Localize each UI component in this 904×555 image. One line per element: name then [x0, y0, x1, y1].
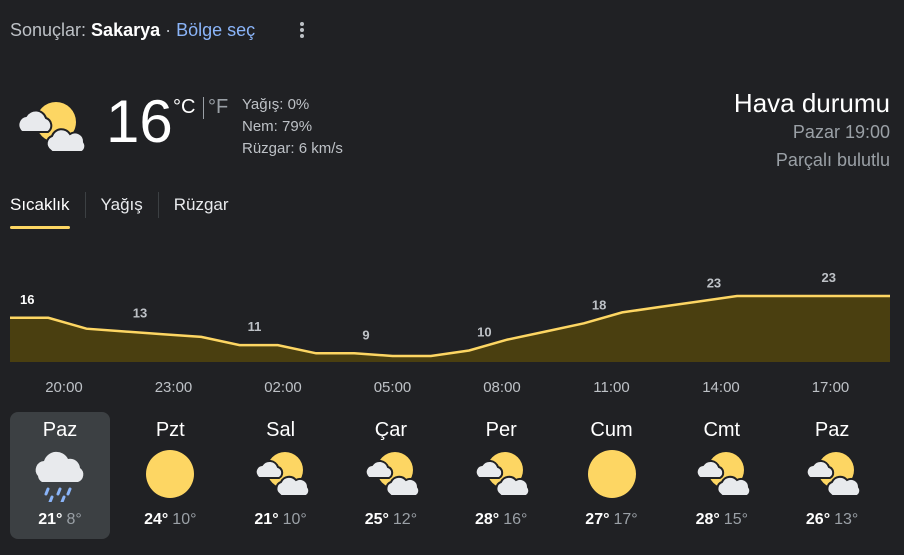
weather-summary: Hava durumu Pazar 19:00 Parçalı bulutlu: [734, 88, 890, 174]
header-separator: ·: [165, 20, 172, 40]
partly-cloudy-icon: [254, 452, 310, 497]
unit-celsius[interactable]: °C: [173, 96, 195, 119]
low-temp: 8°: [66, 511, 82, 528]
forecast-day[interactable]: Paz 26° 13°: [782, 412, 882, 539]
day-temps: 24° 10°: [120, 511, 220, 529]
day-name: Pzt: [155, 419, 185, 441]
hour-tick-label: 20:00: [45, 379, 83, 396]
tab-precipitation[interactable]: Yağış: [101, 195, 143, 215]
day-temps: 28° 16°: [451, 511, 551, 529]
weather-condition: Parçalı bulutlu: [775, 150, 890, 170]
partly-cloudy-icon: [17, 102, 87, 153]
forecast-day[interactable]: Per 28° 16°: [451, 412, 551, 539]
high-temp: 28°: [695, 511, 720, 528]
hour-tick-label: 14:00: [702, 379, 740, 396]
day-name: Cum: [590, 419, 633, 441]
temperature-label: 11: [248, 319, 262, 334]
choose-region-link[interactable]: Bölge seç: [176, 20, 255, 41]
day-temps: 26° 13°: [782, 511, 882, 529]
tab-temperature[interactable]: Sıcaklık: [10, 195, 70, 229]
partly-cloudy-icon: [695, 452, 752, 497]
temperature-chart: 16 13 11 9 10 18 23 23 20:00 23:00 02:00 05:00 08:00…: [9, 270, 891, 396]
day-name: Per: [485, 419, 517, 441]
low-temp: 12°: [392, 511, 418, 528]
day-name: Sal: [266, 419, 296, 441]
daily-forecast: Paz 21° 8° Pzt 24° 10° Sal 21° 10° Çar 25° 12° Per 28…: [10, 412, 890, 540]
day-name: Çar: [374, 419, 407, 441]
rain-icon: [35, 451, 84, 502]
temperature-label: 23: [707, 275, 721, 290]
day-temps: 21° 10°: [231, 511, 331, 529]
unit-divider: [203, 97, 204, 119]
hour-tick-label: 05:00: [374, 379, 412, 396]
humidity-text: Nem: 79%: [242, 118, 313, 135]
high-temp: 21°: [38, 511, 63, 528]
day-temps: 21° 8°: [10, 511, 110, 529]
chart-tabs: Sıcaklık Yağış Rüzgar: [10, 192, 229, 229]
partly-cloudy-icon: [364, 452, 421, 497]
weather-details: Yağış: 0% Nem: 79% Rüzgar: 6 km/s: [242, 94, 343, 160]
sun-icon: [587, 450, 636, 498]
day-temps: 28° 15°: [672, 511, 772, 529]
high-temp: 26°: [805, 511, 831, 528]
wind-text: Rüzgar: 6 km/s: [242, 140, 343, 157]
high-temp: 21°: [254, 511, 279, 528]
temperature-label: 13: [133, 305, 147, 320]
location-name: Sakarya: [91, 20, 161, 40]
high-temp: 24°: [144, 511, 169, 528]
high-temp: 28°: [474, 511, 500, 528]
forecast-day[interactable]: Sal 21° 10°: [231, 412, 331, 539]
sun-icon: [146, 450, 195, 498]
low-temp: 17°: [613, 511, 638, 528]
weather-time: Pazar 19:00: [792, 122, 890, 142]
day-name: Paz: [814, 419, 850, 441]
temperature-label: 9: [362, 327, 369, 342]
forecast-day[interactable]: Cum 27° 17°: [562, 412, 662, 539]
low-temp: 13°: [834, 511, 859, 528]
day-temps: 25° 12°: [341, 511, 441, 529]
hour-tick-label: 08:00: [483, 379, 521, 396]
forecast-day[interactable]: Cmt 28° 15°: [672, 412, 772, 539]
hour-tick-label: 23:00: [155, 379, 193, 396]
temperature-label: 23: [821, 270, 835, 285]
tab-wind[interactable]: Rüzgar: [174, 195, 229, 215]
high-temp: 25°: [364, 511, 389, 528]
weather-title: Hava durumu: [733, 88, 890, 118]
current-temperature: 16: [106, 88, 173, 155]
tab-divider: [84, 192, 86, 218]
forecast-day[interactable]: Çar 25° 12°: [341, 412, 441, 539]
hour-tick-label: 11:00: [593, 379, 629, 396]
day-name: Cmt: [703, 419, 741, 441]
low-temp: 16°: [503, 511, 528, 528]
low-temp: 15°: [723, 511, 748, 528]
forecast-day[interactable]: Pzt 24° 10°: [120, 412, 220, 539]
low-temp: 10°: [172, 511, 197, 528]
results-header: Sonuçlar: Sakarya · Bölge seç: [10, 20, 304, 41]
hour-tick-label: 17:00: [812, 379, 850, 396]
low-temp: 10°: [282, 511, 307, 528]
partly-cloudy-icon: [474, 452, 531, 497]
results-label: Sonuçlar:: [10, 20, 87, 40]
precipitation-text: Yağış: 0%: [242, 96, 310, 113]
forecast-day[interactable]: Paz 21° 8°: [10, 412, 110, 539]
temperature-label: 16: [20, 292, 34, 307]
hour-tick-label: 02:00: [264, 379, 302, 396]
high-temp: 27°: [585, 511, 610, 528]
day-temps: 27° 17°: [562, 511, 662, 529]
temperature-label: 18: [592, 297, 606, 312]
day-name: Paz: [42, 419, 78, 441]
tab-divider: [157, 192, 159, 218]
partly-cloudy-icon: [805, 452, 862, 497]
more-vert-icon[interactable]: [294, 20, 310, 42]
unit-fahrenheit[interactable]: °F: [208, 96, 228, 119]
temperature-label: 10: [477, 325, 491, 340]
